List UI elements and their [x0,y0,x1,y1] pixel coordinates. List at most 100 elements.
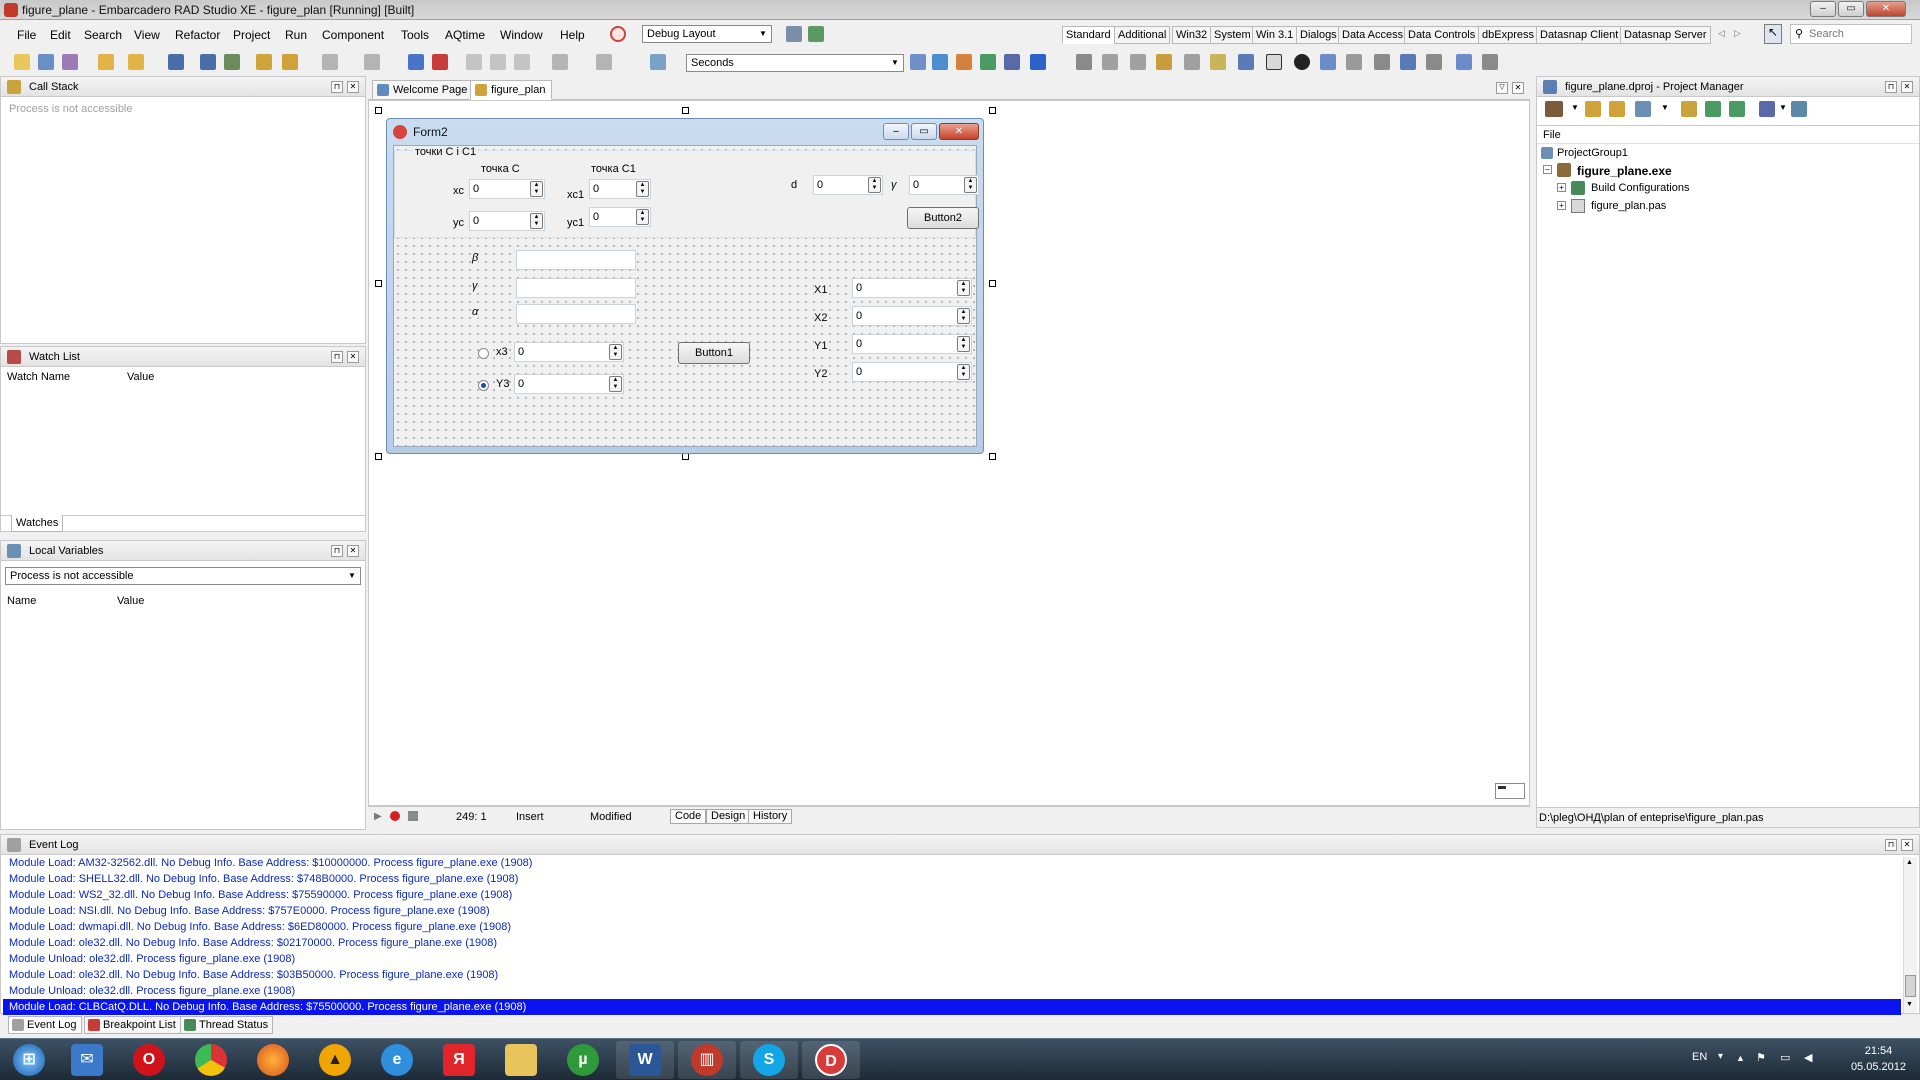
chevron-down-icon[interactable]: ▼ [1661,103,1669,112]
view-icon[interactable] [1759,101,1775,117]
watches-tab[interactable]: Watches [11,515,64,532]
aq-help-icon[interactable] [1030,54,1046,70]
step-over-icon[interactable] [490,54,506,70]
spin-updown-icon[interactable]: ▲ ▼ [957,280,970,296]
display-icon[interactable]: ▭ [1780,1051,1790,1064]
spin-updown-icon[interactable]: ▲ ▼ [636,181,649,197]
taskbar-explorer[interactable] [492,1041,550,1079]
save-icon[interactable] [168,54,184,70]
log-line[interactable]: Module Load: AM32-32562.dll. No Debug In… [9,857,532,869]
taskbar-ie[interactable]: e [368,1041,426,1079]
search-input[interactable] [1809,26,1909,42]
menu-help[interactable]: Help [560,28,585,42]
selection-handle[interactable] [989,107,996,114]
language-indicator[interactable]: EN [1692,1051,1707,1063]
palette-search[interactable]: ⚲ [1790,24,1912,44]
log-line-selected[interactable]: Module Load: CLBCatQ.DLL. No Debug Info.… [3,999,1901,1015]
chevron-down-icon[interactable]: ▼ [1571,103,1579,112]
new-items-icon[interactable] [38,54,54,70]
spinedit-x1[interactable]: 0 ▲ ▼ [852,278,972,298]
show-hidden-icons[interactable]: ▲ [1736,1053,1745,1063]
groupbox-points[interactable]: точки C i C1 точка C точка C1 xc 0 ▲ ▼ yc… [394,146,979,238]
selection-handle[interactable] [682,453,689,460]
run-icon[interactable] [322,54,338,70]
remove-icon[interactable] [1635,101,1651,117]
scroll-up-icon[interactable]: ▲ [1906,859,1913,866]
taskbar-word[interactable]: W [616,1041,674,1079]
run-to-cursor-icon[interactable] [514,54,530,70]
menu-search[interactable]: Search [84,28,122,42]
tab-thread-status[interactable]: Thread Status [180,1016,274,1034]
spin-updown-icon[interactable]: ▲ ▼ [957,364,970,380]
collapse-icon[interactable] [1729,101,1745,117]
close-button[interactable]: ✕ [1866,1,1906,17]
spin-updown-icon[interactable]: ▲ ▼ [609,344,622,360]
tab-design[interactable]: Design [706,809,751,824]
tab-event-log[interactable]: Event Log [8,1016,82,1034]
aq-counters-icon[interactable] [932,54,948,70]
tlabel-icon[interactable] [1184,54,1200,70]
form2-window[interactable]: Form2 – ▭ ✕ точки C i C1 точка C точка C… [386,118,984,454]
spin-updown-icon[interactable]: ▲ ▼ [957,336,970,352]
spinedit-gamma[interactable]: 0 ▲ ▼ [909,175,979,195]
aq-results-icon[interactable] [910,54,926,70]
edit-beta[interactable] [516,250,636,270]
system-clock[interactable]: 21:54 05.05.2012 [1851,1043,1906,1075]
taskbar-aimp[interactable]: ▲ [306,1041,364,1079]
tcheckbox-icon[interactable] [1266,54,1282,70]
pin-icon[interactable]: ⊓ [331,351,343,363]
start-button[interactable]: ⊞ [0,1041,58,1079]
spinedit-y2[interactable]: 0 ▲ ▼ [852,362,972,382]
log-line[interactable]: Module Load: NSI.dll. No Debug Info. Bas… [9,905,490,917]
taskbar-utorrent[interactable]: µ [554,1041,612,1079]
add-file-icon[interactable] [282,54,298,70]
action-center-flag-icon[interactable]: ⚑ [1756,1051,1766,1064]
chevron-down-icon[interactable]: ▼ [1779,103,1787,112]
remove-file-icon[interactable] [224,54,240,70]
menu-refactor[interactable]: Refactor [175,28,220,42]
spinedit-yc1[interactable]: 0 ▲ ▼ [589,207,651,227]
menu-tools[interactable]: Tools [401,28,429,42]
tab-breakpoint-list[interactable]: Breakpoint List [84,1016,181,1034]
log-line[interactable]: Module Unload: ole32.dll. Process figure… [9,985,295,997]
tcombobox-icon[interactable] [1346,54,1362,70]
open-file-icon[interactable] [256,54,272,70]
button1[interactable]: Button1 [678,342,750,364]
close-tab-icon[interactable]: ✕ [1512,82,1524,94]
locals-col-value[interactable]: Value [117,595,144,607]
tree-expand-icon[interactable]: + [1557,183,1566,192]
edit-alpha[interactable] [516,304,636,324]
selection-handle[interactable] [989,280,996,287]
radio-x3[interactable] [478,348,489,359]
spin-updown-icon[interactable]: ▲ ▼ [636,209,649,225]
network-icon[interactable]: ▾ [1718,1051,1723,1062]
tree-figure-plan-pas[interactable]: figure_plan.pas [1591,200,1666,212]
tree-build-configurations[interactable]: Build Configurations [1591,182,1689,194]
palette-tab-win31[interactable]: Win 3.1 [1252,26,1298,44]
log-line[interactable]: Module Load: ole32.dll. No Debug Info. B… [9,969,498,981]
taskbar-yandex[interactable]: Я [430,1041,488,1079]
menu-component[interactable]: Component [322,28,384,42]
forward-icon[interactable] [596,54,612,70]
palette-scroll-left-icon[interactable]: ◁ [1718,28,1732,42]
pause-icon[interactable] [408,54,424,70]
spinedit-y3[interactable]: 0 ▲ ▼ [514,374,624,394]
taskbar-chrome[interactable] [182,1041,240,1079]
watch-col-value[interactable]: Value [127,371,154,383]
palette-tab-dialogs[interactable]: Dialogs [1296,26,1341,44]
spin-updown-icon[interactable]: ▲ ▼ [868,177,881,193]
log-line[interactable]: Module Load: ole32.dll. No Debug Info. B… [9,937,497,949]
back-icon[interactable] [552,54,568,70]
tab-welcome-page[interactable]: Welcome Page [372,80,475,100]
pin-icon[interactable]: ⊓ [331,81,343,93]
tree-collapse-icon[interactable]: – [1543,165,1552,174]
taskbar-mail[interactable]: ✉ [58,1041,116,1079]
palette-tab-system[interactable]: System [1210,26,1255,44]
menu-run[interactable]: Run [285,28,307,42]
spinedit-yc[interactable]: 0 ▲ ▼ [469,211,545,231]
open-project-icon[interactable] [128,54,144,70]
stop-icon[interactable] [432,54,448,70]
selection-handle[interactable] [375,280,382,287]
tpanel-icon[interactable] [1456,54,1472,70]
run-icon[interactable]: ▶ [374,811,382,822]
